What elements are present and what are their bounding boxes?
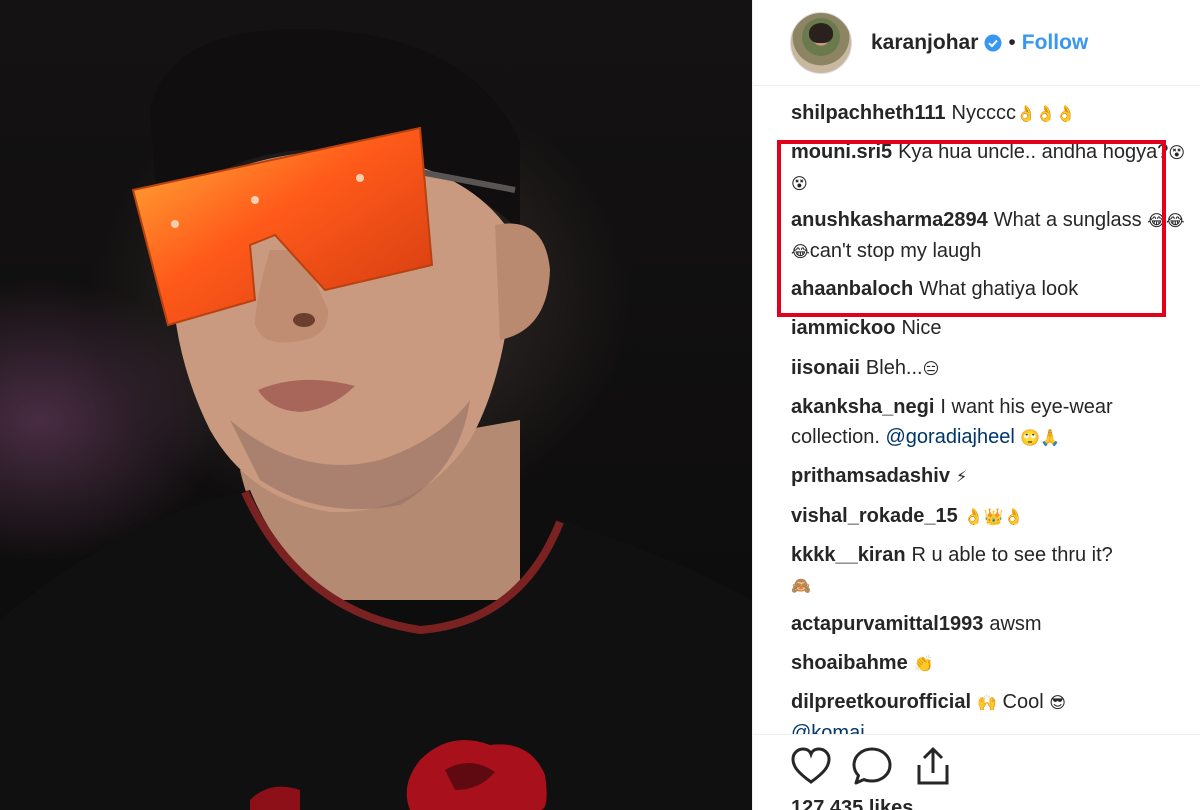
comment-item: @komai [791, 718, 1191, 734]
comment-item: prithamsadashiv ⚡ [791, 461, 1191, 492]
comment-username[interactable]: akanksha_negi [791, 396, 934, 418]
verified-badge-icon [984, 34, 1002, 51]
comment-text: Nycccc [951, 102, 1016, 124]
comment-item: shoaibahme 👏 [791, 648, 1191, 679]
avatar[interactable] [790, 11, 852, 74]
post-header: karanjohar • Follow [753, 0, 1200, 86]
comment-item: kkkk__kiran R u able to see thru it? 🙈 [791, 540, 1191, 601]
comment-emoji: 👌👑👌 [963, 507, 1024, 526]
comment-item: iammickoo Nice [791, 313, 1191, 343]
comment-username[interactable]: kkkk__kiran [791, 544, 906, 566]
comment-text: Nice [901, 317, 942, 339]
comment-username[interactable]: shoaibahme [791, 652, 908, 674]
comment-mention[interactable]: @komai [791, 722, 865, 734]
highlight-box [777, 140, 1166, 317]
share-icon[interactable] [911, 745, 955, 789]
comment-username[interactable]: prithamsadashiv [791, 465, 950, 487]
comment-emoji: 👌👌👌 [1015, 104, 1076, 123]
post-photo [0, 0, 752, 810]
comment-username[interactable]: dilpreetkourofficial [791, 691, 971, 713]
comment-item: actapurvamittal1993 awsm [791, 609, 1191, 639]
comment-item: akanksha_negi I want his eye-wear collect… [791, 392, 1191, 453]
comment-emoji: 🙄🙏 [1020, 428, 1061, 447]
comment-username[interactable]: iammickoo [791, 317, 895, 339]
comment-emoji: 🙈 [791, 576, 811, 595]
comment-username[interactable]: vishal_rokade_15 [791, 505, 958, 527]
comment-username[interactable]: actapurvamittal1993 [791, 613, 983, 635]
comment-text: Bleh... [865, 357, 923, 379]
comment-item: vishal_rokade_15 👌👑👌 [791, 501, 1191, 532]
comment-emoji: 😑 [922, 359, 940, 378]
username-link[interactable]: karanjohar [871, 31, 978, 55]
likes-count[interactable]: 127,435 likes [791, 797, 913, 810]
comment-item: iisonaii Bleh...😑 [791, 353, 1191, 384]
comment-emoji: 😎 [1049, 693, 1066, 712]
post-actions: 127,435 likes [753, 734, 1200, 810]
comment-item: dilpreetkourofficial 🙌 Cool 😎 [791, 687, 1191, 718]
follow-button[interactable]: Follow [1022, 31, 1089, 55]
comment-text: Cool [1002, 691, 1044, 713]
comment-item: shilpachheth111 Nycccc👌👌👌 [791, 98, 1191, 129]
comment-text: awsm [989, 613, 1042, 635]
comment-username[interactable]: shilpachheth111 [791, 102, 946, 124]
comment-emoji: 👏 [913, 654, 934, 673]
comment-mention[interactable]: @goradiajheel [886, 426, 1015, 448]
photo-illustration [0, 29, 752, 810]
comment-username[interactable]: iisonaii [791, 357, 860, 379]
comments-list[interactable]: shilpachheth111 Nycccc👌👌👌 mouni.sri5 Kya h… [753, 86, 1200, 734]
comment-text: R u able to see thru it? [911, 544, 1113, 566]
post-sidebar: karanjohar • Follow shilpachheth111 Nyccc… [752, 0, 1200, 810]
separator-dot: • [1008, 30, 1016, 54]
comment-emoji: ⚡ [955, 467, 968, 486]
comment-emoji-leading: 🙌 [977, 693, 997, 712]
comment-icon[interactable] [850, 745, 894, 789]
heart-icon[interactable] [789, 745, 833, 789]
